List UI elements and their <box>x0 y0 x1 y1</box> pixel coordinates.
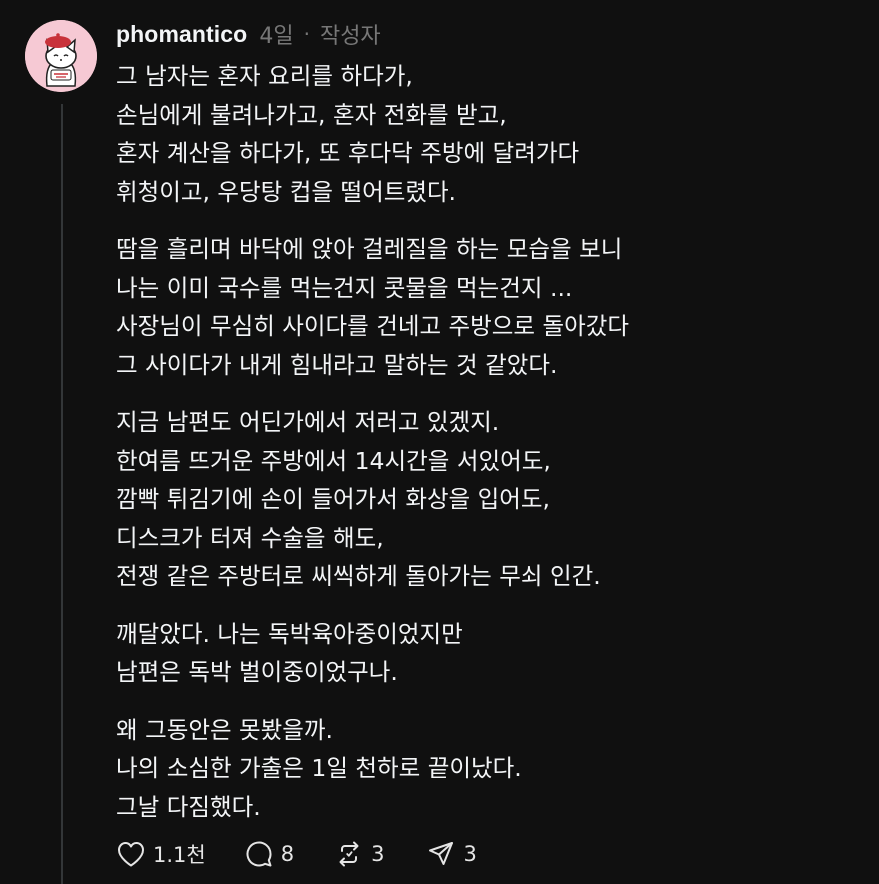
post-line: 그날 다짐했다. <box>116 792 261 821</box>
avatar[interactable] <box>25 20 97 92</box>
post-paragraph: 깨달았다. 나는 독박육아중이었지만 남편은 독박 벌이중이었구나. <box>116 615 871 692</box>
post-line: 지금 남편도 어딘가에서 저러고 있겠지. <box>116 408 500 436</box>
post-line: 왜 그동안은 못봤을까. <box>116 715 333 744</box>
post-line: 깜빡 튀김기에 손이 들어가서 화상을 입어도, <box>116 485 550 513</box>
post-line: 남편은 독박 벌이중이었구나. <box>116 658 398 686</box>
reply-count: 8 <box>280 842 295 866</box>
share-count: 3 <box>463 842 477 866</box>
post-line: 그 사이다가 내게 힘내라고 말하는 것 같았다. <box>116 350 558 379</box>
post-line: 나의 소심한 가출은 1일 천하로 끝이났다. <box>116 754 522 782</box>
thread-line <box>61 104 63 884</box>
share-button[interactable]: 3 <box>426 839 477 869</box>
author-tag: 작성자 <box>319 24 381 49</box>
repost-icon <box>339 841 359 867</box>
reply-button[interactable]: 8 <box>244 839 294 869</box>
cat-with-beret-avatar-icon <box>25 20 97 92</box>
post-line: 혼자 계산을 하다가, 또 후다닥 주방에 달려가다 <box>116 139 580 167</box>
repost-count: 3 <box>371 842 385 866</box>
post-paragraph: 왜 그동안은 못봤을까. 나의 소심한 가출은 1일 천하로 끝이났다. 그날 … <box>116 711 871 827</box>
post-line: 깨달았다. 나는 독박육아중이었지만 <box>116 619 463 648</box>
post-line: 땀을 흘리며 바닥에 앉아 걸레질을 하는 모습을 보니 <box>116 235 623 263</box>
post-line: 나는 이미 국수를 먹는건지 콧물을 먹는건지 ... <box>116 273 573 302</box>
post-actions: 1.1천 8 3 3 <box>116 836 517 872</box>
post-time[interactable]: 4일 <box>259 18 293 50</box>
post-line: 전쟁 같은 주방터로 씨씩하게 돌아가는 무쇠 인간. <box>116 562 601 590</box>
post-line: 그 남자는 혼자 요리를 하다가, <box>116 62 413 90</box>
post-line: 휘청이고, 우당탕 컵을 떨어트렸다. <box>116 177 457 206</box>
post-paragraph: 땀을 흘리며 바닥에 앉아 걸레질을 하는 모습을 보니 나는 이미 국수를 먹… <box>116 230 871 384</box>
post-body: 그 남자는 혼자 요리를 하다가, 손님에게 불려나가고, 혼자 전화를 받고,… <box>116 57 871 845</box>
username[interactable]: phomantico <box>116 21 247 48</box>
post-line: 손님에게 불려나가고, 혼자 전화를 받고, <box>116 100 507 129</box>
like-button[interactable]: 1.1천 <box>116 839 206 869</box>
share-icon <box>429 842 454 865</box>
like-count: 1.1천 <box>153 843 206 867</box>
post-paragraph: 그 남자는 혼자 요리를 하다가, 손님에게 불려나가고, 혼자 전화를 받고,… <box>116 57 871 211</box>
post-paragraph: 지금 남편도 어딘가에서 저러고 있겠지. 한여름 뜨거운 주방에서 14시간을… <box>116 403 871 596</box>
post-line: 디스크가 터져 수술을 해도, <box>116 523 384 552</box>
heart-icon <box>118 842 144 867</box>
post-line: 한여름 뜨거운 주방에서 14시간을 서있어도, <box>116 446 551 475</box>
separator-dot: · <box>303 22 310 46</box>
comment-icon <box>246 841 272 867</box>
post-header: phomantico 4일 · 작성자 <box>116 18 381 50</box>
post-line: 사장님이 무심히 사이다를 건네고 주방으로 돌아갔다 <box>116 312 629 340</box>
repost-button[interactable]: 3 <box>334 839 384 869</box>
